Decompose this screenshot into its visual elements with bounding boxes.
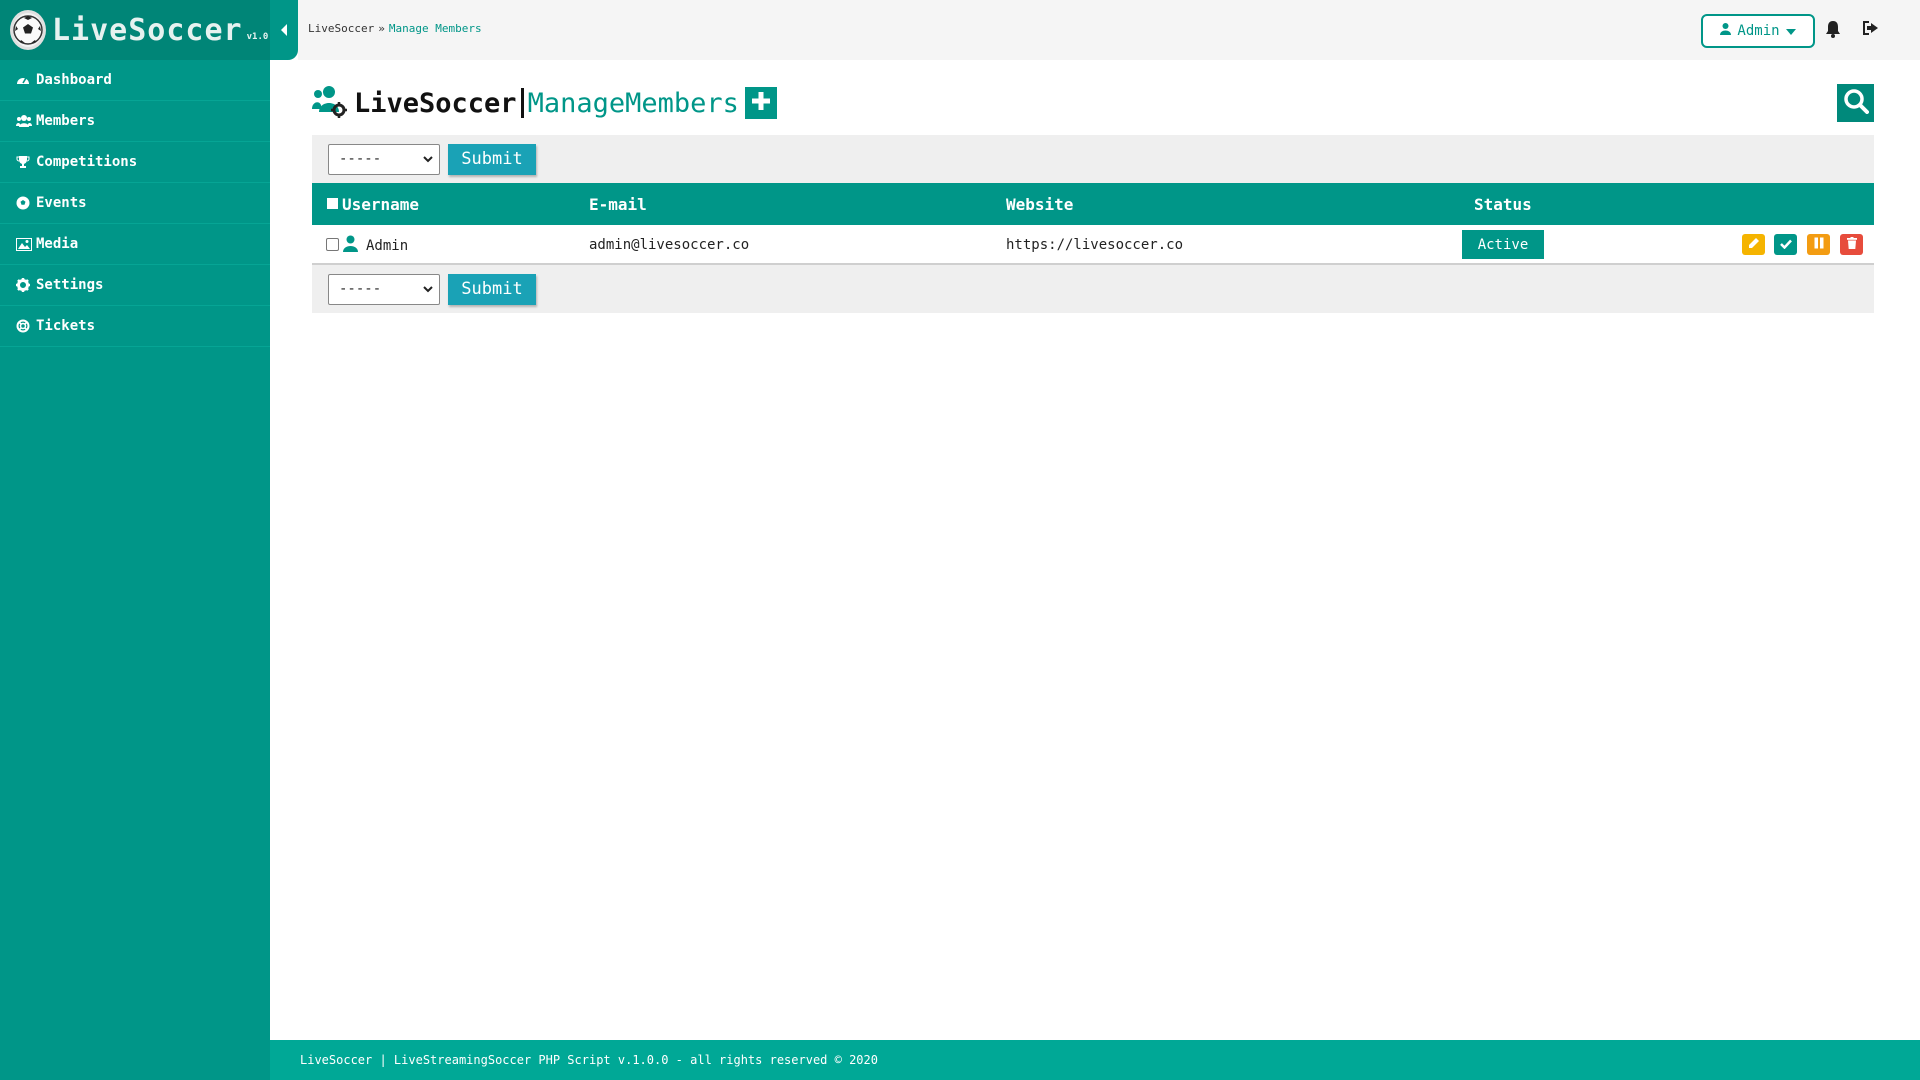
gear-icon <box>16 278 34 292</box>
page-site-title: LiveSoccer <box>354 87 517 119</box>
plus-icon <box>751 91 771 115</box>
sidebar-item-competitions[interactable]: Competitions <box>0 142 270 183</box>
brand-name: LiveSoccer <box>52 12 243 48</box>
submit-button[interactable]: Submit <box>448 143 536 175</box>
user-icon <box>1720 23 1732 39</box>
soccer-ball-icon <box>16 196 34 210</box>
breadcrumb-current: Manage Members <box>388 22 482 35</box>
title-divider <box>520 88 524 118</box>
footer-text: LiveSoccer | LiveStreamingSoccer PHP Scr… <box>300 1053 878 1067</box>
page-header: LiveSoccer ManageMembers <box>312 84 777 122</box>
footer: LiveSoccer | LiveStreamingSoccer PHP Scr… <box>270 1040 1920 1080</box>
pause-icon <box>1814 237 1824 253</box>
logout-button[interactable] <box>1862 20 1880 40</box>
soccer-ball-logo-icon <box>10 10 46 50</box>
sidebar-item-settings[interactable]: Settings <box>0 265 270 306</box>
sidebar-item-media[interactable]: Media <box>0 224 270 265</box>
column-status[interactable]: Status <box>1474 195 1532 214</box>
suspend-button[interactable] <box>1807 234 1830 255</box>
breadcrumb-separator: » <box>378 22 385 35</box>
check-icon <box>1779 237 1792 253</box>
chevron-down-icon <box>423 151 433 167</box>
member-user-icon <box>343 235 358 256</box>
edit-button[interactable] <box>1742 234 1765 255</box>
select-all-checkbox[interactable] <box>327 198 338 209</box>
notifications-button[interactable] <box>1825 20 1841 42</box>
bulk-action-selected: ----- <box>339 281 382 297</box>
chevron-down-icon <box>423 281 433 297</box>
column-username[interactable]: Username <box>342 195 419 214</box>
caret-down-icon <box>1785 23 1796 39</box>
users-gear-icon <box>312 84 348 122</box>
user-menu-button[interactable]: Admin <box>1701 14 1815 48</box>
sidebar-item-label: Media <box>36 236 79 252</box>
sidebar-item-dashboard[interactable]: Dashboard <box>0 60 270 101</box>
bulk-action-bar-bottom: ----- Submit <box>312 265 1874 313</box>
sidebar-item-label: Competitions <box>36 154 138 170</box>
sidebar-item-label: Members <box>36 113 96 129</box>
bulk-action-selected: ----- <box>339 151 382 167</box>
table-row: Admin admin@livesoccer.co https://liveso… <box>312 225 1874 265</box>
search-icon <box>1843 88 1869 118</box>
bell-icon <box>1825 21 1841 42</box>
breadcrumb: LiveSoccer » Manage Members <box>308 22 482 35</box>
sidebar-item-events[interactable]: Events <box>0 183 270 224</box>
member-email: admin@livesoccer.co <box>589 237 750 253</box>
sidebar-item-label: Dashboard <box>36 72 112 88</box>
column-email[interactable]: E-mail <box>589 195 647 214</box>
sidebar-item-tickets[interactable]: Tickets <box>0 306 270 347</box>
trash-icon <box>1846 236 1857 253</box>
submit-button[interactable]: Submit <box>448 273 536 305</box>
caret-left-icon <box>280 21 288 40</box>
pencil-icon <box>1748 237 1760 253</box>
sidebar: LiveSoccer v1.0.0 Dashboard Members Comp… <box>0 0 279 1080</box>
trophy-icon <box>16 155 34 169</box>
image-icon <box>16 237 34 251</box>
topbar: LiveSoccer » Manage Members Admin <box>298 0 1920 60</box>
bulk-action-select[interactable]: ----- <box>328 273 440 305</box>
delete-button[interactable] <box>1840 234 1863 255</box>
sidebar-item-members[interactable]: Members <box>0 101 270 142</box>
member-username[interactable]: Admin <box>366 238 408 254</box>
sidebar-menu: Dashboard Members Competitions Events Me… <box>0 60 270 347</box>
column-website[interactable]: Website <box>1006 195 1073 214</box>
users-icon <box>16 114 34 128</box>
row-checkbox[interactable] <box>326 238 339 251</box>
add-member-button[interactable] <box>744 87 777 119</box>
sidebar-toggle-button[interactable] <box>270 0 298 60</box>
search-button[interactable] <box>1837 84 1874 122</box>
sidebar-item-label: Events <box>36 195 87 211</box>
bulk-action-select[interactable]: ----- <box>328 143 440 175</box>
members-table-header: Username E-mail Website Status <box>312 183 1874 225</box>
user-menu-label: Admin <box>1737 23 1780 39</box>
sidebar-item-label: Settings <box>36 277 104 293</box>
member-website[interactable]: https://livesoccer.co <box>1006 237 1183 253</box>
dashboard-icon <box>16 73 34 87</box>
support-icon <box>16 319 34 333</box>
page-title: ManageMembers <box>527 87 739 119</box>
sidebar-item-label: Tickets <box>36 318 96 334</box>
breadcrumb-root[interactable]: LiveSoccer <box>308 22 374 35</box>
approve-button[interactable] <box>1774 234 1797 255</box>
status-badge: Active <box>1462 230 1544 259</box>
sign-out-icon <box>1862 21 1880 40</box>
brand-logo[interactable]: LiveSoccer v1.0.0 <box>0 0 279 60</box>
bulk-action-bar-top: ----- Submit <box>312 135 1874 183</box>
